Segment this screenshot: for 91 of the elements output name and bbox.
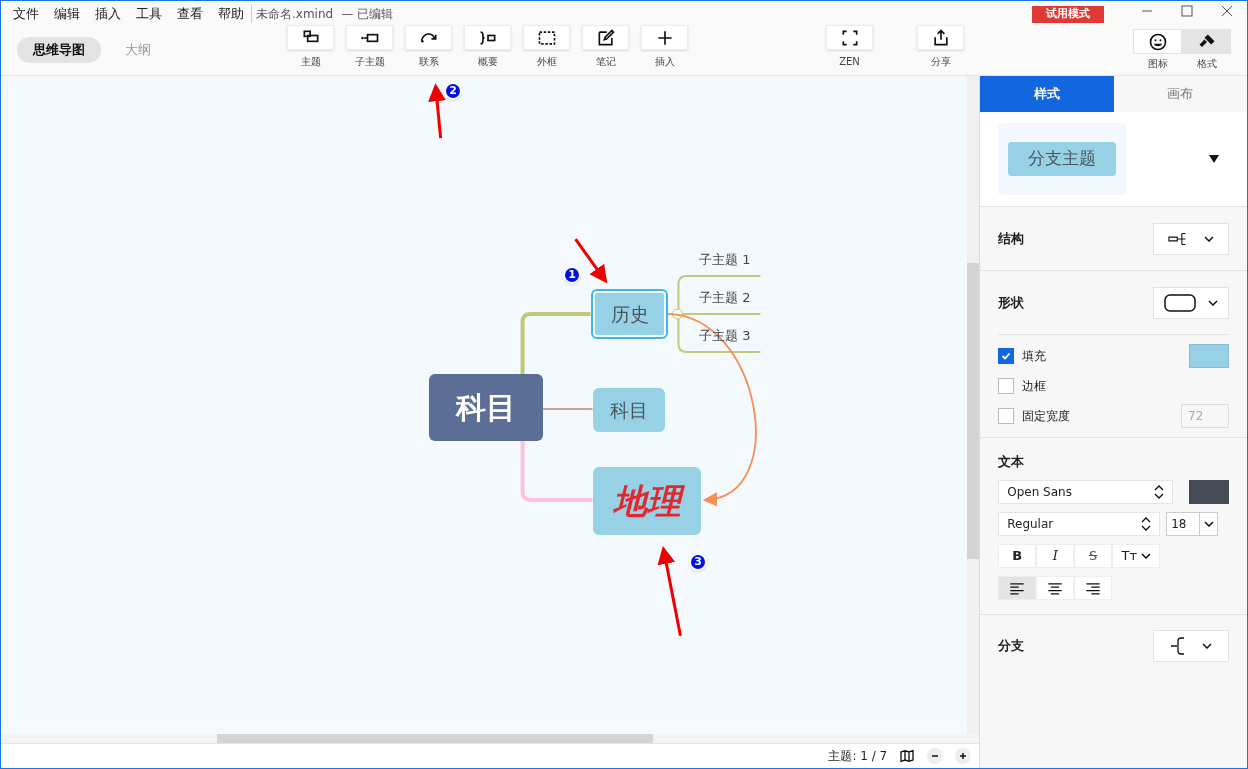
preview-topic: 分支主题 <box>1008 142 1117 176</box>
pointer-arrow <box>574 238 608 284</box>
branch-line <box>520 312 591 375</box>
topic-node[interactable]: 科目 <box>593 388 665 432</box>
toolbar-button[interactable] <box>641 25 688 50</box>
toolbar-label: 分享 <box>930 55 951 69</box>
text-style-button[interactable]: Tт <box>1112 543 1161 568</box>
toolbar-label: 主题 <box>300 55 321 69</box>
toolbar-label: 笔记 <box>595 55 616 69</box>
toolbar-button[interactable] <box>464 25 511 50</box>
toolbar-label: 图标 <box>1147 57 1168 71</box>
text-style-button[interactable]: B <box>998 543 1037 568</box>
shape-dropdown[interactable] <box>1153 286 1229 319</box>
topic-node[interactable]: 科目 <box>429 374 543 441</box>
text-color-swatch[interactable] <box>1189 479 1229 504</box>
menu-item[interactable]: 工具 <box>136 4 162 24</box>
size-select[interactable]: 18 <box>1166 511 1219 536</box>
zoom-out-icon[interactable] <box>927 748 944 764</box>
chevron-down-icon <box>1140 552 1151 559</box>
toolbar-label: 格式 <box>1196 57 1217 71</box>
branch-dropdown[interactable] <box>1153 630 1229 662</box>
subtopic-text[interactable]: 子主题 1 <box>699 250 751 270</box>
topic-count: 主题: 1 / 7 <box>828 748 888 765</box>
map-icon[interactable] <box>899 748 916 764</box>
vertical-scrollbar[interactable] <box>967 263 980 559</box>
toolbar-label: 子主题 <box>354 55 385 69</box>
weight-select[interactable]: Regular <box>998 511 1161 536</box>
smiley-icon <box>1147 31 1168 52</box>
number-callout: 1 <box>563 266 581 284</box>
updown-icon <box>1154 484 1165 499</box>
toolbar-button[interactable] <box>287 25 334 50</box>
panel-tab[interactable]: 样式 <box>980 76 1114 112</box>
text-style-button[interactable]: I <box>1036 543 1075 568</box>
panel-toggle-button[interactable] <box>1133 29 1182 54</box>
zoom-in-icon[interactable] <box>955 748 972 764</box>
checkbox-label: 填充 <box>1022 348 1047 365</box>
section-label: 结构 <box>998 229 1025 248</box>
fill-color-swatch[interactable] <box>1189 344 1229 368</box>
number-callout: 3 <box>689 553 707 571</box>
align-button[interactable] <box>1036 575 1075 600</box>
toolbar-label: 插入 <box>654 55 675 69</box>
menu-item[interactable]: 帮助 <box>218 4 244 24</box>
toolbar-button[interactable] <box>346 25 393 50</box>
checkbox[interactable] <box>998 348 1015 364</box>
chevron-down-icon <box>1202 643 1212 649</box>
checkmark-icon <box>1001 351 1012 361</box>
toolbar-button[interactable] <box>582 25 629 50</box>
menu-item[interactable]: 编辑 <box>54 4 80 24</box>
number-callout: 2 <box>444 82 462 100</box>
trial-mode-badge: 试用模式 <box>1032 6 1104 23</box>
document-name: 未命名.xmind <box>256 6 334 23</box>
checkbox-label: 边框 <box>1022 378 1047 395</box>
topic-node[interactable]: 历史 <box>591 289 668 339</box>
section-label: 分支 <box>998 637 1025 656</box>
panel-toggle-button[interactable] <box>1182 29 1231 54</box>
section-label: 文本 <box>998 453 1026 471</box>
menu-item[interactable]: 插入 <box>95 4 121 24</box>
font-select[interactable]: Open Sans <box>998 479 1174 504</box>
chevron-down-icon <box>1204 235 1214 242</box>
toolbar-label: 概要 <box>477 55 498 69</box>
document-status: — 已编辑 <box>341 6 393 23</box>
align-button[interactable] <box>998 575 1037 600</box>
checkbox-label: 固定宽度 <box>1022 408 1071 425</box>
subtopic-text[interactable]: 子主题 2 <box>699 288 751 308</box>
branch-line <box>541 408 594 410</box>
structure-dropdown[interactable] <box>1153 222 1229 255</box>
toolbar-label: ZEN <box>839 55 860 69</box>
checkbox[interactable] <box>998 408 1015 424</box>
toolbar-button[interactable] <box>826 25 873 50</box>
chevron-down-icon <box>1208 299 1218 306</box>
view-tab[interactable]: 思维导图 <box>17 37 101 63</box>
menu-item[interactable]: 查看 <box>177 4 203 24</box>
checkbox[interactable] <box>998 378 1015 394</box>
toolbar-label: 外框 <box>536 55 557 69</box>
horizontal-scrollbar[interactable] <box>217 734 653 743</box>
pointer-arrow <box>428 83 447 139</box>
toolbar-button[interactable] <box>917 25 964 50</box>
section-label: 形状 <box>998 293 1025 312</box>
text-style-button[interactable]: S <box>1074 543 1113 568</box>
menu-item[interactable]: 文件 <box>13 4 39 24</box>
toolbar-label: 联系 <box>418 55 439 69</box>
maximize-icon[interactable] <box>1181 5 1193 17</box>
toolbar-button[interactable] <box>405 25 452 50</box>
updown-icon <box>1141 516 1152 531</box>
close-icon[interactable] <box>1221 5 1233 17</box>
align-button[interactable] <box>1074 575 1113 600</box>
chevron-down-icon <box>1203 520 1214 527</box>
dropdown-triangle-icon[interactable] <box>1209 155 1219 163</box>
rounded-rectangle-icon <box>1164 293 1196 312</box>
style-preview[interactable]: 分支主题 <box>998 123 1127 195</box>
toolbar-button[interactable] <box>523 25 570 50</box>
